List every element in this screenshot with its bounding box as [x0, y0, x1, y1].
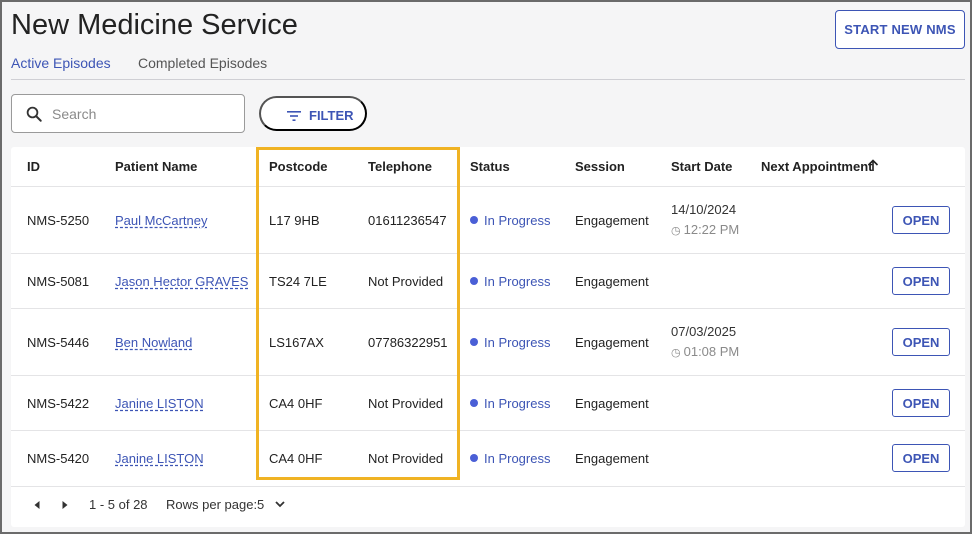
open-button[interactable]: OPEN: [892, 328, 950, 356]
episode-id: NMS-5420: [27, 451, 90, 466]
start-time-value: 12:22 PM: [683, 222, 740, 237]
patient-name-link[interactable]: Paul McCartney: [115, 213, 207, 228]
postcode: TS24 7LE: [269, 274, 327, 289]
status-badge: In Progress: [470, 335, 550, 350]
table-row: NMS-5081 Jason Hector GRAVES TS24 7LE No…: [11, 254, 965, 309]
chevron-right-icon[interactable]: [61, 500, 69, 510]
patient-name-link[interactable]: Jason Hector GRAVES: [115, 274, 248, 289]
start-time: ◷ 01:08 PM: [671, 344, 739, 359]
page-title: New Medicine Service: [11, 9, 298, 41]
column-header-start-date: Start Date: [671, 159, 733, 174]
column-header-next-appointment[interactable]: Next Appointment: [761, 159, 872, 174]
open-button[interactable]: OPEN: [892, 267, 950, 295]
telephone: Not Provided: [368, 451, 444, 466]
column-header-id: ID: [27, 159, 40, 174]
patient-name-link[interactable]: Janine LISTON: [115, 396, 204, 411]
column-header-session: Session: [575, 159, 625, 174]
session: Engagement: [575, 451, 649, 466]
session: Engagement: [575, 335, 649, 350]
table-row: NMS-5250 Paul McCartney L17 9HB 01611236…: [11, 187, 965, 254]
telephone: 01611236547: [368, 213, 447, 228]
table-row: NMS-5422 Janine LISTON CA4 0HF Not Provi…: [11, 376, 965, 431]
start-date: 14/10/2024 ◷ 12:22 PM: [671, 202, 739, 237]
session: Engagement: [575, 396, 649, 411]
status-text: In Progress: [484, 274, 551, 289]
chevron-left-icon[interactable]: [33, 500, 41, 510]
filter-label: FILTER: [309, 108, 354, 123]
postcode: LS167AX: [269, 335, 324, 350]
status-dot-icon: [470, 399, 478, 407]
open-button[interactable]: OPEN: [892, 206, 950, 234]
status-badge: In Progress: [470, 396, 550, 411]
status-dot-icon: [470, 454, 478, 462]
table-row: NMS-5420 Janine LISTON CA4 0HF Not Provi…: [11, 431, 965, 487]
table-row: NMS-5446 Ben Nowland LS167AX 07786322951…: [11, 309, 965, 376]
tab-divider: [11, 79, 965, 80]
pagination: 1 - 5 of 28 Rows per page: 5: [11, 487, 965, 527]
open-button[interactable]: OPEN: [892, 389, 950, 417]
search-icon: [26, 106, 42, 122]
start-new-nms-button[interactable]: START NEW NMS: [835, 10, 965, 49]
episode-id: NMS-5446: [27, 335, 90, 350]
rows-per-page-label: Rows per page:: [166, 497, 258, 512]
column-header-postcode: Postcode: [269, 159, 328, 174]
status-text: In Progress: [484, 213, 551, 228]
patient-name-link[interactable]: Ben Nowland: [115, 335, 192, 350]
column-header-patient-name: Patient Name: [115, 159, 198, 174]
start-time-value: 01:08 PM: [683, 344, 740, 359]
postcode: CA4 0HF: [269, 451, 323, 466]
column-header-telephone: Telephone: [368, 159, 433, 174]
status-dot-icon: [470, 277, 478, 285]
status-badge: In Progress: [470, 213, 550, 228]
start-time: ◷ 12:22 PM: [671, 222, 739, 237]
sort-arrow-up-icon[interactable]: [867, 159, 879, 172]
episode-id: NMS-5081: [27, 274, 90, 289]
postcode: CA4 0HF: [269, 396, 323, 411]
postcode: L17 9HB: [269, 213, 320, 228]
status-text: In Progress: [484, 396, 551, 411]
pagination-range: 1 - 5 of 28: [89, 497, 148, 512]
search-field[interactable]: [11, 94, 245, 133]
clock-icon: ◷: [671, 225, 681, 237]
episode-id: NMS-5250: [27, 213, 90, 228]
patient-name-link[interactable]: Janine LISTON: [115, 451, 204, 466]
telephone: 07786322951: [368, 335, 448, 350]
rows-per-page-select[interactable]: 5: [257, 497, 264, 512]
app-window: New Medicine Service START NEW NMS Activ…: [0, 0, 972, 534]
start-date-value: 14/10/2024: [671, 202, 737, 217]
status-dot-icon: [470, 216, 478, 224]
session: Engagement: [575, 213, 649, 228]
telephone: Not Provided: [368, 396, 444, 411]
status-badge: In Progress: [470, 274, 550, 289]
start-date-value: 07/03/2025: [671, 324, 737, 339]
open-button[interactable]: OPEN: [892, 444, 950, 472]
episode-id: NMS-5422: [27, 396, 90, 411]
filter-button[interactable]: FILTER: [259, 96, 367, 131]
telephone: Not Provided: [368, 274, 444, 289]
episodes-table: ID Patient Name Postcode Telephone Statu…: [11, 147, 965, 527]
start-date: 07/03/2025 ◷ 01:08 PM: [671, 324, 739, 359]
status-badge: In Progress: [470, 451, 550, 466]
column-header-status: Status: [470, 159, 510, 174]
tab-active-episodes[interactable]: Active Episodes: [11, 55, 111, 71]
clock-icon: ◷: [671, 347, 681, 359]
status-text: In Progress: [484, 335, 551, 350]
filter-icon: [287, 111, 301, 121]
status-dot-icon: [470, 338, 478, 346]
search-input[interactable]: [52, 104, 232, 124]
tab-completed-episodes[interactable]: Completed Episodes: [138, 55, 267, 71]
table-header: ID Patient Name Postcode Telephone Statu…: [11, 147, 965, 187]
session: Engagement: [575, 274, 649, 289]
chevron-down-icon[interactable]: [275, 501, 285, 508]
status-text: In Progress: [484, 451, 551, 466]
